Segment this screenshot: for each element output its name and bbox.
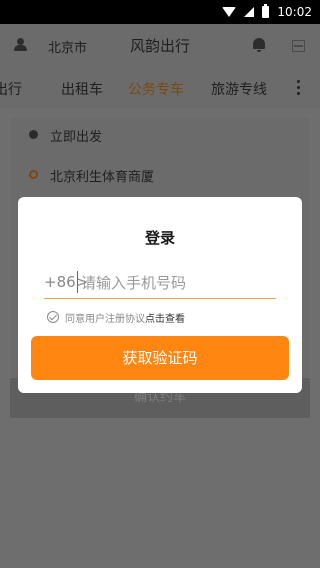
- bell-icon[interactable]: [252, 38, 266, 53]
- tab-trip[interactable]: 出行: [0, 79, 22, 99]
- phone-field-row: +86>: [44, 269, 276, 299]
- tab-official-car[interactable]: 公务专车: [128, 79, 184, 99]
- agreement-link[interactable]: 点击查看: [145, 310, 185, 325]
- pickup-location-row[interactable]: 北京利生体育商厦: [10, 158, 310, 198]
- agree-checkbox-icon[interactable]: [47, 311, 59, 323]
- pickup-location-label: 北京利生体育商厦: [50, 170, 155, 185]
- agreement-text: 同意用户注册协议: [65, 313, 145, 325]
- status-time: 10:02: [277, 5, 312, 19]
- page-title: 风韵出行: [129, 37, 190, 55]
- app-header: 北京市 风韵出行: [0, 24, 320, 68]
- more-icon[interactable]: [297, 80, 301, 96]
- tab-tour-line[interactable]: 旅游专线: [211, 79, 267, 99]
- status-bar: 10:02: [0, 0, 320, 24]
- scan-icon[interactable]: [292, 40, 305, 52]
- signal-icon: [244, 7, 255, 17]
- clock-icon: [29, 130, 38, 139]
- get-code-button[interactable]: 获取验证码: [31, 336, 289, 380]
- origin-dot-icon: [29, 170, 38, 179]
- phone-input[interactable]: [81, 269, 271, 297]
- text-caret: [77, 271, 78, 293]
- tab-taxi[interactable]: 出租车: [61, 79, 103, 99]
- agreement-row: 同意用户注册协议 点击查看: [47, 310, 185, 325]
- battery-icon: [262, 4, 270, 18]
- service-tabs: 出行 出租车 公务专车 旅游专线: [0, 68, 320, 108]
- dialog-title: 登录: [144, 229, 175, 247]
- wifi-icon: [222, 7, 237, 17]
- depart-time-row[interactable]: 立即出发: [10, 118, 310, 158]
- login-dialog: 登录 +86> 同意用户注册协议 点击查看 获取验证码: [18, 197, 302, 393]
- depart-time-label: 立即出发: [50, 130, 103, 145]
